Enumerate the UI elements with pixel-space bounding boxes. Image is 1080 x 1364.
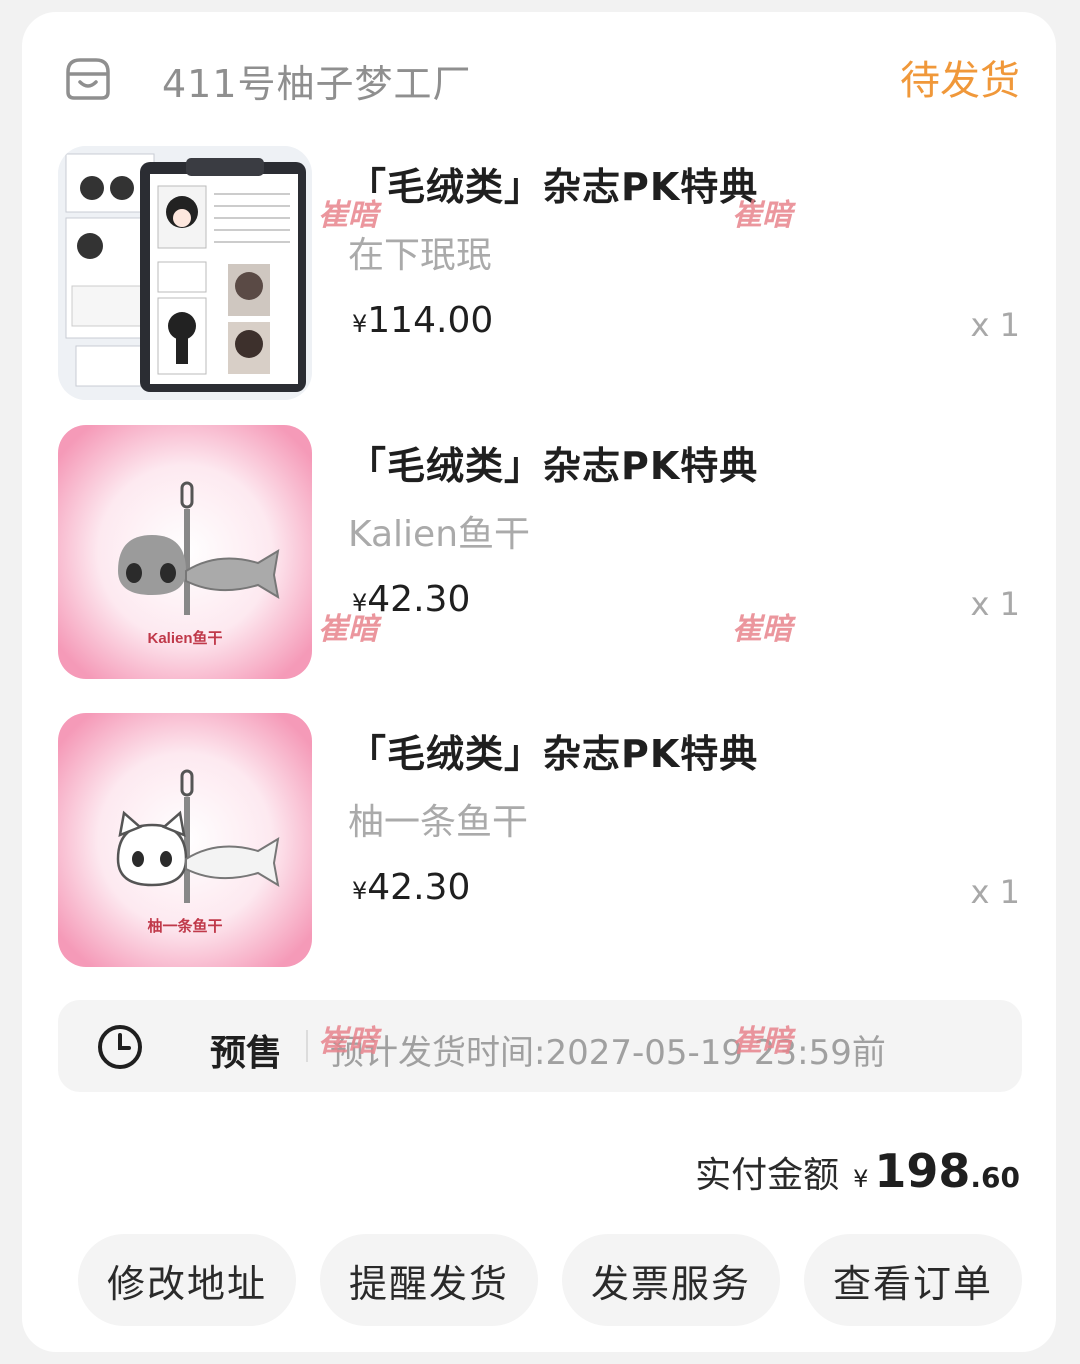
order-card: 411号柚子梦工厂 待发货 「毛绒类」杂志PK特典 在下珉珉 ¥114.00 x… — [22, 12, 1056, 1352]
shop-name[interactable]: 411号柚子梦工厂 — [162, 53, 472, 108]
product-title[interactable]: 「毛绒类」杂志PK特典 — [348, 435, 758, 490]
presale-label: 预售 — [210, 1033, 283, 1074]
order-status: 待发货 — [900, 58, 1020, 104]
product-quantity: x 1 — [970, 873, 1020, 911]
price-value: 42.30 — [367, 579, 471, 620]
image-label: 柚一条鱼干 — [147, 917, 222, 935]
total-paid: 实付金额 ¥ 198 .60 — [695, 1144, 1020, 1204]
action-bar: 修改地址 提醒发货 发票服务 查看订单 — [78, 1234, 1022, 1326]
product-price: ¥114.00 — [352, 300, 493, 341]
shipping-deadline: 预计发货时间:2027-05-19 23:59前 — [330, 1033, 886, 1073]
currency-symbol: ¥ — [352, 310, 368, 338]
order-item[interactable]: Kalien鱼干 「毛绒类」杂志PK特典 Kalien鱼干 ¥42.30 x 1 — [58, 425, 1020, 679]
product-image-profile[interactable] — [58, 146, 312, 400]
total-decimal: .60 — [970, 1161, 1020, 1194]
product-image-kalien[interactable]: Kalien鱼干 — [58, 425, 312, 679]
watermark: 崔暗 — [732, 198, 792, 233]
product-title[interactable]: 「毛绒类」杂志PK特典 — [348, 156, 758, 211]
currency-symbol: ¥ — [352, 877, 368, 905]
presale-info: 预售 预计发货时间:2027-05-19 23:59前 — [58, 1000, 1022, 1092]
product-quantity: x 1 — [970, 585, 1020, 623]
product-variant: 柚一条鱼干 — [348, 802, 529, 843]
price-value: 42.30 — [367, 867, 471, 908]
product-title[interactable]: 「毛绒类」杂志PK特典 — [348, 723, 758, 778]
price-value: 114.00 — [367, 300, 494, 341]
clock-icon — [98, 1025, 142, 1069]
image-label: Kalien鱼干 — [147, 629, 222, 647]
watermark: 崔暗 — [318, 198, 378, 233]
watermark: 崔暗 — [732, 612, 792, 647]
order-item[interactable]: 柚一条鱼干 「毛绒类」杂志PK特典 柚一条鱼干 ¥42.30 x 1 — [58, 713, 1020, 967]
view-order-button[interactable]: 查看订单 — [804, 1234, 1022, 1326]
watermark: 崔暗 — [732, 1024, 792, 1059]
watermark: 崔暗 — [318, 612, 378, 647]
product-image-yuyitiao[interactable]: 柚一条鱼干 — [58, 713, 312, 967]
currency-symbol: ¥ — [853, 1165, 869, 1193]
modify-address-button[interactable]: 修改地址 — [78, 1234, 296, 1326]
shop-header[interactable]: 411号柚子梦工厂 待发货 — [58, 48, 1020, 118]
shop-icon — [66, 58, 110, 100]
product-variant: Kalien鱼干 — [348, 514, 531, 555]
watermark: 崔暗 — [318, 1024, 378, 1059]
total-label: 实付金额 — [695, 1155, 840, 1196]
product-price: ¥42.30 — [352, 867, 470, 908]
order-item[interactable]: 「毛绒类」杂志PK特典 在下珉珉 ¥114.00 x 1 — [58, 146, 1020, 400]
product-quantity: x 1 — [970, 306, 1020, 344]
invoice-service-button[interactable]: 发票服务 — [562, 1234, 780, 1326]
divider — [306, 1030, 308, 1062]
remind-shipping-button[interactable]: 提醒发货 — [320, 1234, 538, 1326]
total-integer: 198 — [874, 1144, 971, 1198]
